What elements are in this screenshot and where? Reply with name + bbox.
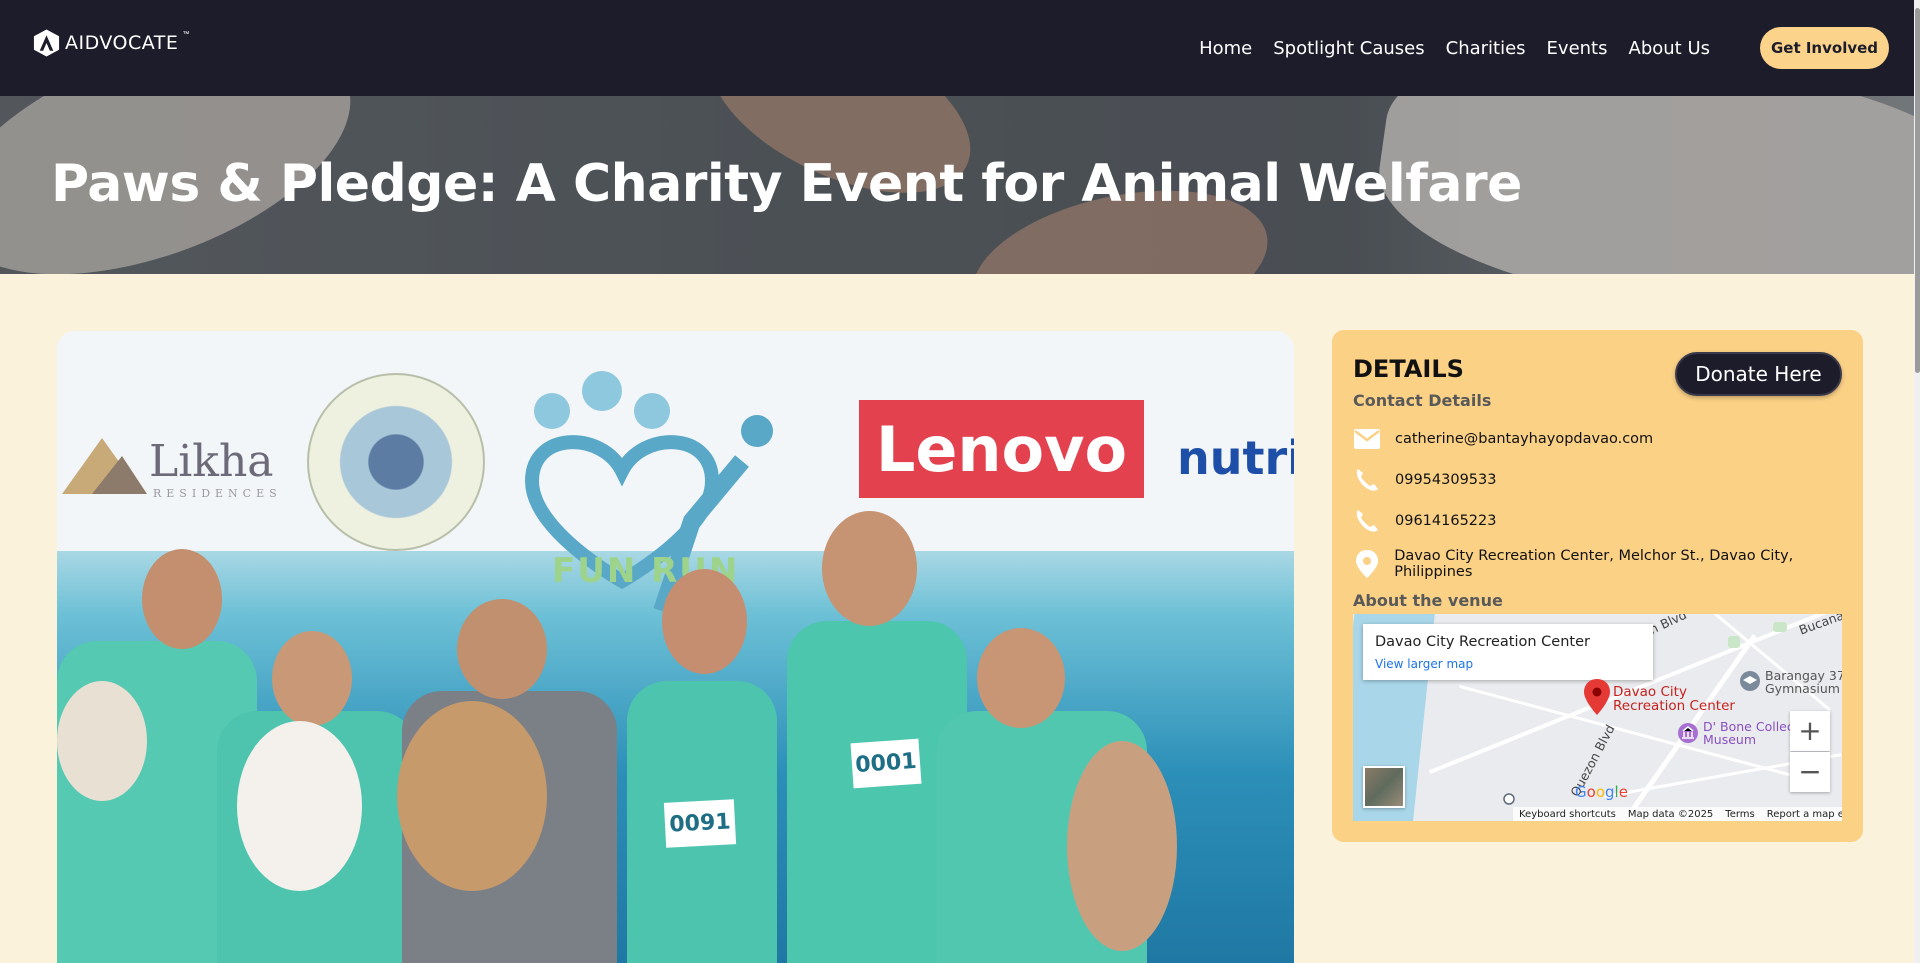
dog-4	[1067, 741, 1177, 951]
sponsor-nutri: nutri	[1177, 431, 1294, 485]
aidvocate-logo-icon	[33, 29, 60, 57]
about-venue-heading: About the venue	[1353, 591, 1503, 610]
venue-map[interactable]: on Blvd Bucana Quezon Blvd Davao City Re…	[1353, 614, 1842, 821]
map-place-card: Davao City Recreation Center View larger…	[1363, 624, 1653, 680]
keyboard-shortcuts-link[interactable]: Keyboard shortcuts	[1519, 809, 1616, 820]
sponsor-likha-sub: RESIDENCES	[153, 487, 282, 500]
sponsor-likha: Likha	[149, 436, 274, 487]
details-card: DETAILS Donate Here Contact Details cath…	[1332, 330, 1863, 842]
main-nav: Home Spotlight Causes Charities Events A…	[1199, 38, 1710, 59]
phone-row-2: 09614165223	[1353, 507, 1496, 535]
phone-number-1[interactable]: 09954309533	[1395, 472, 1496, 488]
page-scrollbar-thumb[interactable]	[1915, 8, 1920, 373]
email-link[interactable]: catherine@bantayhayopdavao.com	[1395, 431, 1653, 447]
event-photo: Likha RESIDENCES Lenovo nutri FUN RUN 00…	[57, 331, 1294, 963]
dog-3	[397, 701, 547, 891]
school-icon	[1740, 671, 1760, 691]
event-title: Paws & Pledge: A Charity Event for Anima…	[51, 154, 1522, 214]
person-2-head	[272, 631, 352, 726]
likha-logo-icon	[62, 438, 147, 494]
view-larger-map-link[interactable]: View larger map	[1375, 657, 1473, 671]
person-4-head	[662, 569, 747, 674]
road-label-bucana: Bucana	[1796, 614, 1842, 638]
top-navbar: AIDVOCATE ™ Home Spotlight Causes Charit…	[0, 0, 1920, 96]
mail-icon	[1353, 425, 1381, 453]
terms-link[interactable]: Terms	[1725, 809, 1754, 820]
sponsor-lenovo: Lenovo	[859, 400, 1144, 498]
dog-2	[237, 721, 362, 891]
donate-button[interactable]: Donate Here	[1675, 352, 1842, 396]
map-data-text: Map data ©2025	[1627, 808, 1714, 820]
location-pin-icon	[1353, 550, 1380, 578]
map-pin-icon[interactable]	[1584, 679, 1610, 715]
phone-row-1: 09954309533	[1353, 466, 1496, 494]
nav-events[interactable]: Events	[1547, 38, 1608, 59]
address-row: Davao City Recreation Center, Melchor St…	[1353, 548, 1863, 580]
brand-trademark: ™	[182, 31, 190, 38]
road-marker-icon	[1503, 793, 1515, 805]
nav-home[interactable]: Home	[1199, 38, 1252, 59]
zoom-out-button[interactable]: −	[1790, 752, 1830, 792]
poi-gymnasium[interactable]: Barangay 37 Gymnasium	[1765, 669, 1842, 695]
report-map-error-link[interactable]: Report a map error	[1767, 809, 1842, 820]
map-park	[1773, 622, 1787, 632]
nav-about-us[interactable]: About Us	[1629, 38, 1711, 59]
person-1-head	[142, 549, 222, 649]
race-bib-1: 0091	[663, 799, 737, 848]
person-3-head	[457, 599, 547, 699]
dog-1	[57, 681, 147, 801]
person-5-head	[822, 511, 917, 626]
hero-banner: Paws & Pledge: A Charity Event for Anima…	[0, 96, 1920, 274]
brand-logo[interactable]: AIDVOCATE ™	[32, 28, 189, 58]
nav-charities[interactable]: Charities	[1446, 38, 1526, 59]
contact-details-heading: Contact Details	[1353, 391, 1492, 410]
email-row: catherine@bantayhayopdavao.com	[1353, 425, 1653, 453]
phone-icon	[1353, 507, 1381, 535]
map-footer: Keyboard shortcuts Map data ©2025 Terms …	[1513, 807, 1842, 821]
map-pin-label-text: Davao City Recreation Center	[1613, 684, 1735, 714]
nav-spotlight-causes[interactable]: Spotlight Causes	[1273, 38, 1424, 59]
details-title: DETAILS	[1353, 355, 1464, 383]
phone-number-2[interactable]: 09614165223	[1395, 513, 1496, 529]
map-place-name: Davao City Recreation Center	[1375, 634, 1590, 650]
brand-name: AIDVOCATE	[65, 32, 179, 54]
museum-icon	[1678, 723, 1698, 743]
venue-address: Davao City Recreation Center, Melchor St…	[1394, 548, 1794, 580]
race-bib-2: 0001	[850, 738, 922, 789]
phone-icon	[1353, 466, 1381, 494]
sponsor-seal	[307, 373, 485, 551]
google-logo: Google	[1575, 783, 1628, 801]
get-involved-button[interactable]: Get Involved	[1760, 27, 1889, 69]
satellite-toggle[interactable]	[1363, 766, 1405, 808]
person-6-head	[977, 628, 1065, 728]
map-park	[1728, 636, 1740, 648]
zoom-in-button[interactable]: +	[1790, 711, 1830, 751]
